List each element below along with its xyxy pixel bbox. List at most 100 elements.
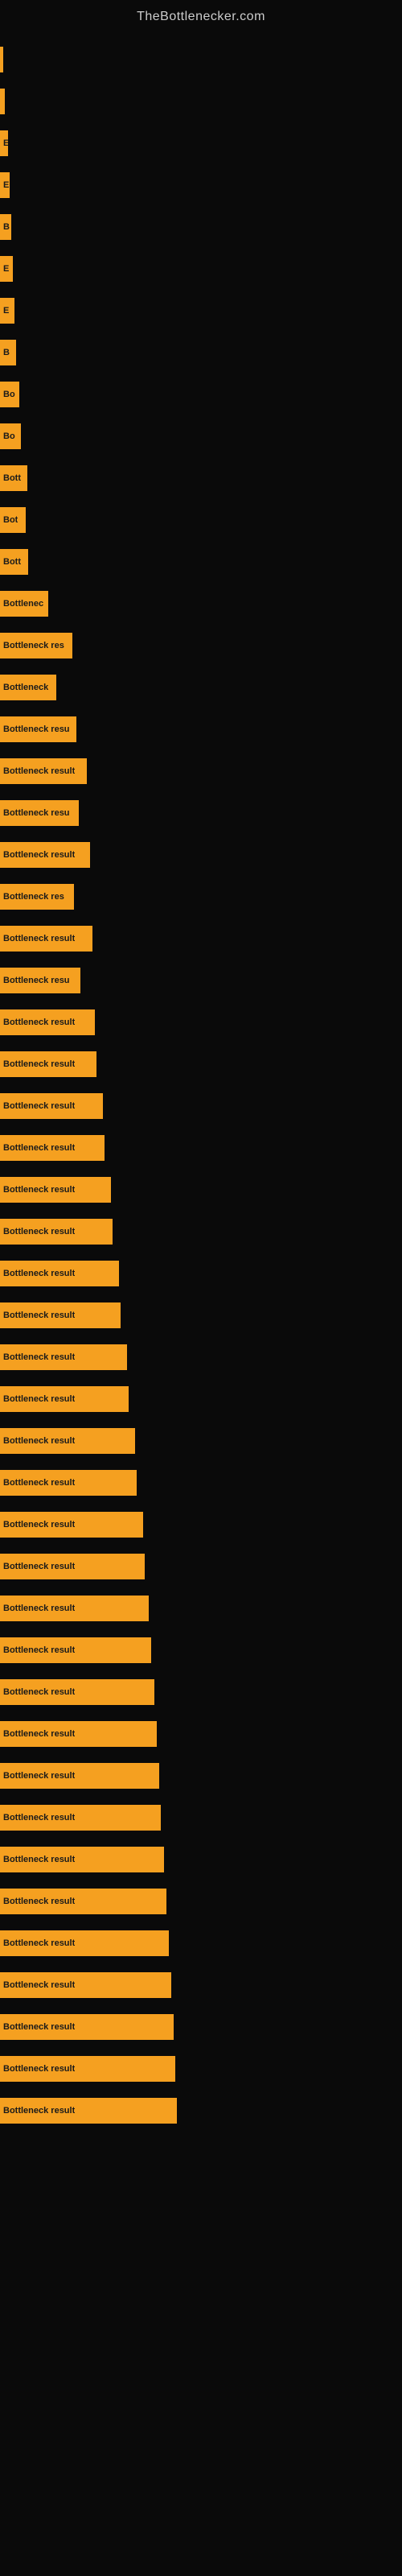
bar-row: E — [0, 290, 402, 332]
bar-label: Bottleneck result — [3, 1562, 75, 1571]
bar-label: Bottleneck result — [3, 1143, 75, 1153]
bar-label: Bottleneck result — [3, 1604, 75, 1613]
bar-label: Bottleneck result — [3, 1227, 75, 1236]
bar: B — [0, 340, 16, 365]
bar-label: B — [3, 348, 10, 357]
bar-row: Bottleneck result — [0, 2048, 402, 2090]
bar-row — [0, 39, 402, 80]
bar: Bottleneck result — [0, 926, 92, 952]
bar-label: Bottleneck result — [3, 1059, 75, 1069]
bar-row: Bottleneck result — [0, 1253, 402, 1294]
bar: Bottleneck result — [0, 1512, 143, 1538]
bar: E — [0, 256, 13, 282]
bar-row: Bot — [0, 499, 402, 541]
bar-label: Bottleneck result — [3, 1311, 75, 1320]
bar: Bott — [0, 549, 28, 575]
bar-row: B — [0, 206, 402, 248]
bar-label: Bottleneck result — [3, 2022, 75, 2032]
bar: Bottleneck result — [0, 1428, 135, 1454]
bar-label: Bottlenec — [3, 599, 43, 609]
bar-label: Bottleneck resu — [3, 976, 70, 985]
bar-label: Bottleneck res — [3, 641, 64, 650]
bar-label: Bottleneck result — [3, 766, 75, 776]
bar-label: Bottleneck result — [3, 1185, 75, 1195]
bar-row: Bottleneck res — [0, 876, 402, 918]
bar-row: Bottlenec — [0, 583, 402, 625]
bar-label: Bottleneck result — [3, 1520, 75, 1530]
bar-label: Bottleneck result — [3, 1729, 75, 1739]
bar: Bottleneck res — [0, 884, 74, 910]
bar-row: Bottleneck result — [0, 1880, 402, 1922]
bar-label: Bottleneck result — [3, 1980, 75, 1990]
bar — [0, 47, 3, 72]
bar: Bottleneck result — [0, 1554, 145, 1579]
bar: Bottleneck result — [0, 1972, 171, 1998]
bar: Bottleneck result — [0, 758, 87, 784]
bar: Bottleneck result — [0, 2098, 177, 2124]
bar-row: Bottleneck result — [0, 1964, 402, 2006]
bar: Bo — [0, 382, 19, 407]
bar-row: Bott — [0, 457, 402, 499]
bar: Bottleneck result — [0, 1847, 164, 1872]
bar-label: Bottleneck result — [3, 934, 75, 943]
bar: Bottleneck resu — [0, 800, 79, 826]
bar-label: Bottleneck result — [3, 1687, 75, 1697]
bar-row: E — [0, 122, 402, 164]
bar-row: E — [0, 248, 402, 290]
bar-label: Bot — [3, 515, 18, 525]
bar-row: Bottleneck result — [0, 1462, 402, 1504]
bar: Bottleneck result — [0, 1470, 137, 1496]
bar: Bottleneck result — [0, 2056, 175, 2082]
bar: Bottleneck result — [0, 1302, 121, 1328]
bar-label: Bottleneck result — [3, 1018, 75, 1027]
bar-row: B — [0, 332, 402, 374]
bar-label: Bottleneck resu — [3, 724, 70, 734]
bar-row: Bottleneck result — [0, 1211, 402, 1253]
bar: Bot — [0, 507, 26, 533]
bar-label: Bottleneck result — [3, 1938, 75, 1948]
bar: E — [0, 130, 8, 156]
bar-row: Bottleneck result — [0, 1629, 402, 1671]
bar-label: E — [3, 264, 9, 274]
bar-label: E — [3, 138, 8, 148]
bar-row: Bottleneck result — [0, 1294, 402, 1336]
bar-label: Bottleneck resu — [3, 808, 70, 818]
bar: Bottleneck result — [0, 1721, 157, 1747]
bar-row: Bottleneck result — [0, 1504, 402, 1546]
bar: Bottleneck result — [0, 2014, 174, 2040]
bar-row: Bottleneck result — [0, 1420, 402, 1462]
bar: Bottleneck res — [0, 633, 72, 658]
bar-row: Bottleneck result — [0, 834, 402, 876]
bar-row: Bottleneck result — [0, 1336, 402, 1378]
bar-label: Bottleneck result — [3, 1269, 75, 1278]
bar-row: Bottleneck result — [0, 1001, 402, 1043]
bar-row: Bottleneck result — [0, 750, 402, 792]
bar-label: Bottleneck res — [3, 892, 64, 902]
bar-row: Bottleneck result — [0, 1922, 402, 1964]
bar-row: E — [0, 164, 402, 206]
bar-row: Bo — [0, 415, 402, 457]
bar-label: Bottleneck — [3, 683, 48, 692]
bar-row — [0, 80, 402, 122]
bar: Bottleneck result — [0, 1889, 166, 1914]
bar: Bottleneck result — [0, 1261, 119, 1286]
bar-row: Bottleneck result — [0, 1755, 402, 1797]
bar-row: Bottleneck result — [0, 1671, 402, 1713]
bar: Bottleneck resu — [0, 968, 80, 993]
bar-label: Bottleneck result — [3, 1101, 75, 1111]
bar-row: Bottleneck result — [0, 918, 402, 960]
bar-row: Bottleneck result — [0, 1587, 402, 1629]
site-title: TheBottlenecker.com — [0, 0, 402, 31]
bar-row: Bottleneck result — [0, 1839, 402, 1880]
bar: Bottleneck result — [0, 1386, 129, 1412]
bar-row: Bottleneck result — [0, 1043, 402, 1085]
bar-row: Bottleneck resu — [0, 792, 402, 834]
bar-label: Bottleneck result — [3, 1645, 75, 1655]
bar: E — [0, 172, 10, 198]
bar-row: Bott — [0, 541, 402, 583]
bar: Bottleneck result — [0, 1679, 154, 1705]
bar: Bott — [0, 465, 27, 491]
bar: B — [0, 214, 11, 240]
bar-row: Bottleneck result — [0, 1546, 402, 1587]
bar: Bottleneck result — [0, 1763, 159, 1789]
